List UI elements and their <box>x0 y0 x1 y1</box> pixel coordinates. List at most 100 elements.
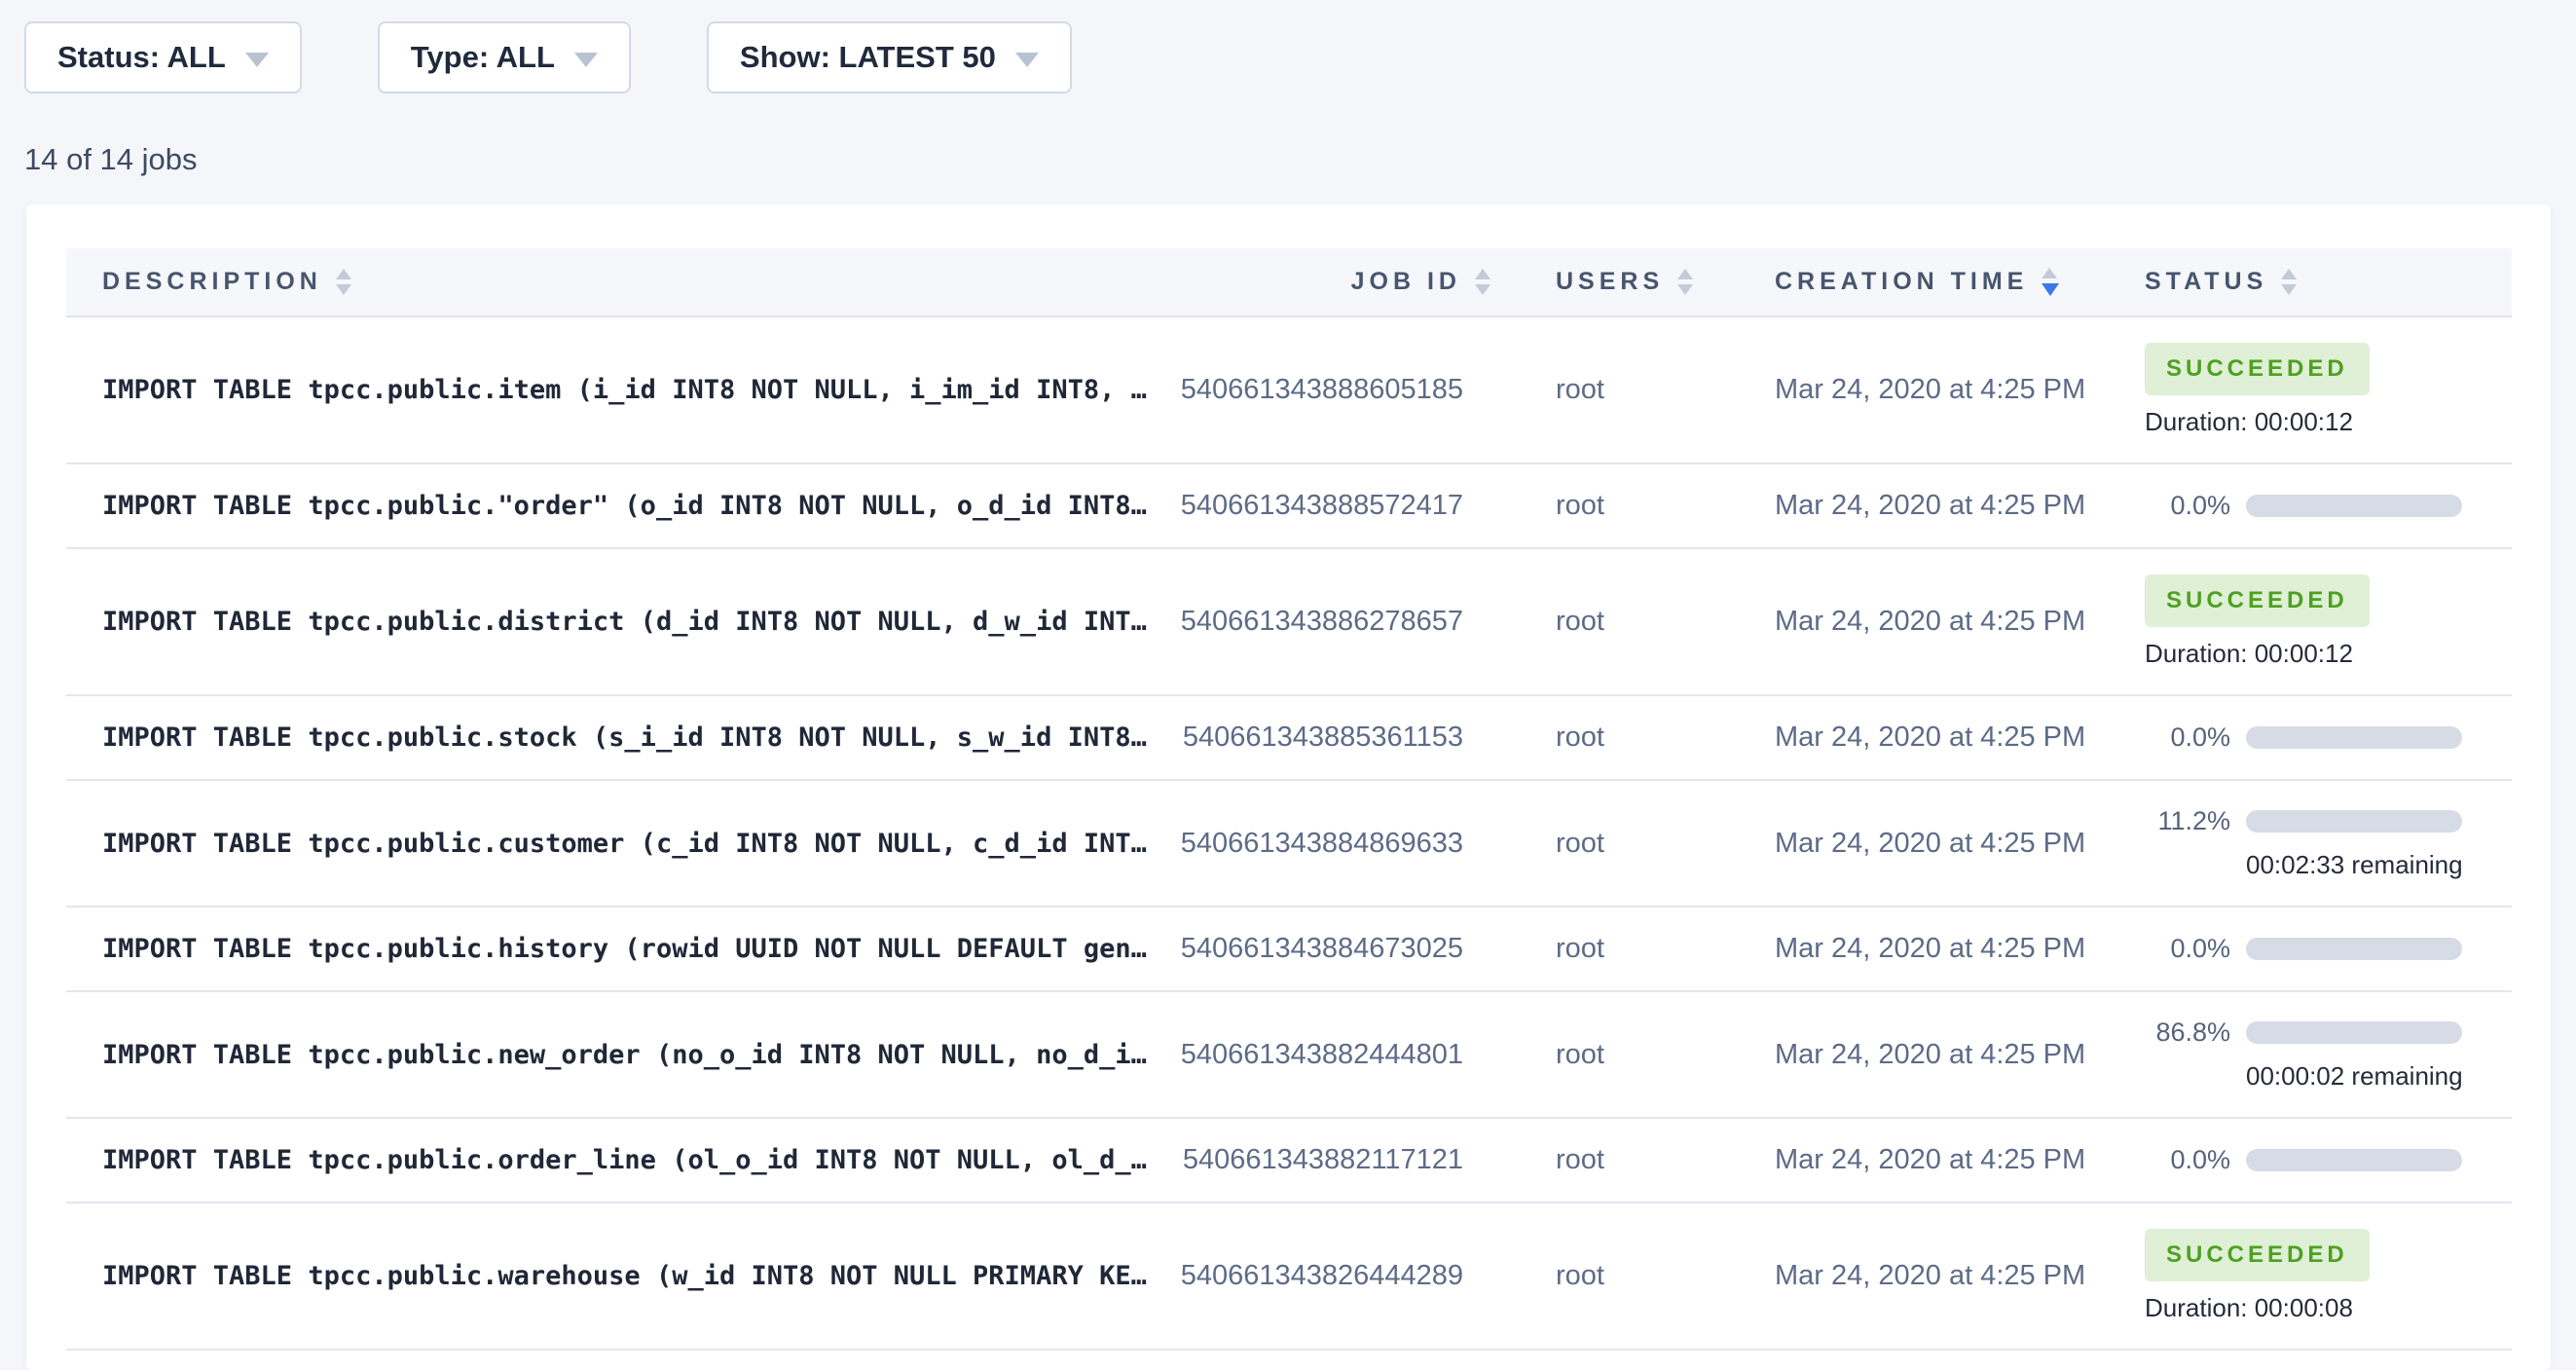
status-progress-block: 0.0% <box>2145 491 2512 521</box>
status-succeeded-block: SUCCEEDED Duration: 00:00:08 <box>2145 1229 2512 1323</box>
percent-text: 0.0% <box>2145 491 2230 521</box>
sort-desc-active-icon <box>2042 268 2059 296</box>
job-id-link[interactable]: 540661343888572417 <box>1171 463 1492 548</box>
status-progress-block: 11.2% 00:02:33 remaining <box>2145 806 2512 880</box>
filter-bar: Status: ALL Type: ALL Show: LATEST 50 <box>0 0 2576 93</box>
percent-text: 11.2% <box>2145 806 2230 836</box>
status-progress-block: 86.8% 00:00:02 remaining <box>2145 1018 2512 1092</box>
column-label: USERS <box>1556 268 1664 296</box>
sort-arrows-icon <box>1677 269 1693 295</box>
sort-arrows-icon <box>336 269 351 295</box>
users-cell: root <box>1492 548 1775 695</box>
chevron-down-icon <box>1015 53 1039 67</box>
job-id-link[interactable]: 540661343888605185 <box>1171 316 1492 463</box>
table-row: IMPORT TABLE tpcc.public.item (i_id INT8… <box>66 316 2512 463</box>
progress-bar <box>2246 1149 2462 1171</box>
status-badge: SUCCEEDED <box>2145 574 2370 627</box>
status-cell: 0.0% <box>2145 907 2512 991</box>
description-cell: IMPORT TABLE tpcc.public.order_line (ol_… <box>66 1118 1171 1203</box>
users-cell: root <box>1492 463 1775 548</box>
progress-bar <box>2246 1021 2462 1044</box>
status-cell: SUCCEEDED Duration: 00:00:08 <box>2145 1203 2512 1350</box>
job-id-link[interactable]: 540661343882444801 <box>1171 991 1492 1118</box>
status-badge: SUCCEEDED <box>2145 1229 2370 1281</box>
jobs-table-body: IMPORT TABLE tpcc.public.item (i_id INT8… <box>66 316 2512 1350</box>
description-cell: IMPORT TABLE tpcc.public."order" (o_id I… <box>66 463 1171 548</box>
description-cell: IMPORT TABLE tpcc.public.stock (s_i_id I… <box>66 695 1171 780</box>
progress-bar <box>2246 938 2462 960</box>
creation-time-cell: Mar 24, 2020 at 4:25 PM <box>1775 1118 2145 1203</box>
type-filter-dropdown[interactable]: Type: ALL <box>378 21 631 93</box>
progress-bar <box>2246 495 2462 517</box>
status-progress-block: 0.0% <box>2145 722 2512 753</box>
status-cell: SUCCEEDED Duration: 00:00:12 <box>2145 316 2512 463</box>
percent-text: 86.8% <box>2145 1018 2230 1048</box>
column-header-creation-time[interactable]: CREATION TIME <box>1775 248 2145 316</box>
sort-arrows-icon <box>2281 269 2297 295</box>
percent-text: 0.0% <box>2145 1145 2230 1175</box>
description-cell: IMPORT TABLE tpcc.public.customer (c_id … <box>66 780 1171 907</box>
column-label: JOB ID <box>1351 268 1461 296</box>
column-header-job-id[interactable]: JOB ID <box>1171 248 1492 316</box>
job-id-link[interactable]: 540661343884869633 <box>1171 780 1492 907</box>
job-id-link[interactable]: 540661343886278657 <box>1171 548 1492 695</box>
users-cell: root <box>1492 316 1775 463</box>
status-badge: SUCCEEDED <box>2145 343 2370 395</box>
status-cell: 0.0% <box>2145 463 2512 548</box>
remaining-text: 00:02:33 remaining <box>2246 850 2462 880</box>
status-cell: 0.0% <box>2145 1118 2512 1203</box>
status-progress-block: 0.0% <box>2145 1145 2512 1175</box>
table-row: IMPORT TABLE tpcc.public.new_order (no_o… <box>66 991 2512 1118</box>
creation-time-cell: Mar 24, 2020 at 4:25 PM <box>1775 695 2145 780</box>
description-cell: IMPORT TABLE tpcc.public.district (d_id … <box>66 548 1171 695</box>
duration-text: Duration: 00:00:12 <box>2145 407 2512 437</box>
jobs-table: DESCRIPTION JOB ID USERS <box>66 248 2512 1351</box>
status-succeeded-block: SUCCEEDED Duration: 00:00:12 <box>2145 343 2512 437</box>
table-row: IMPORT TABLE tpcc.public.warehouse (w_id… <box>66 1203 2512 1350</box>
users-cell: root <box>1492 780 1775 907</box>
duration-text: Duration: 00:00:08 <box>2145 1293 2512 1323</box>
table-row: IMPORT TABLE tpcc.public.stock (s_i_id I… <box>66 695 2512 780</box>
show-filter-label: Show: LATEST 50 <box>740 40 996 75</box>
table-row: IMPORT TABLE tpcc.public.district (d_id … <box>66 548 2512 695</box>
creation-time-cell: Mar 24, 2020 at 4:25 PM <box>1775 316 2145 463</box>
remaining-text: 00:00:02 remaining <box>2246 1061 2462 1092</box>
job-id-link[interactable]: 540661343882117121 <box>1171 1118 1492 1203</box>
description-cell: IMPORT TABLE tpcc.public.item (i_id INT8… <box>66 316 1171 463</box>
table-row: IMPORT TABLE tpcc.public.order_line (ol_… <box>66 1118 2512 1203</box>
users-cell: root <box>1492 1203 1775 1350</box>
duration-text: Duration: 00:00:12 <box>2145 639 2512 669</box>
job-id-link[interactable]: 540661343826444289 <box>1171 1203 1492 1350</box>
description-cell: IMPORT TABLE tpcc.public.new_order (no_o… <box>66 991 1171 1118</box>
show-filter-dropdown[interactable]: Show: LATEST 50 <box>707 21 1072 93</box>
column-header-users[interactable]: USERS <box>1492 248 1775 316</box>
jobs-table-header: DESCRIPTION JOB ID USERS <box>66 248 2512 316</box>
jobs-count: 14 of 14 jobs <box>24 142 2576 177</box>
users-cell: root <box>1492 991 1775 1118</box>
job-id-link[interactable]: 540661343884673025 <box>1171 907 1492 991</box>
status-filter-dropdown[interactable]: Status: ALL <box>24 21 302 93</box>
creation-time-cell: Mar 24, 2020 at 4:25 PM <box>1775 780 2145 907</box>
column-header-status[interactable]: STATUS <box>2145 248 2512 316</box>
job-id-link[interactable]: 540661343885361153 <box>1171 695 1492 780</box>
column-header-description[interactable]: DESCRIPTION <box>66 248 1171 316</box>
description-cell: IMPORT TABLE tpcc.public.warehouse (w_id… <box>66 1203 1171 1350</box>
users-cell: root <box>1492 1118 1775 1203</box>
creation-time-cell: Mar 24, 2020 at 4:25 PM <box>1775 907 2145 991</box>
status-succeeded-block: SUCCEEDED Duration: 00:00:12 <box>2145 574 2512 669</box>
progress-bar <box>2246 726 2462 749</box>
status-cell: 86.8% 00:00:02 remaining <box>2145 991 2512 1118</box>
jobs-table-card: DESCRIPTION JOB ID USERS <box>26 204 2551 1370</box>
creation-time-cell: Mar 24, 2020 at 4:25 PM <box>1775 548 2145 695</box>
table-row: IMPORT TABLE tpcc.public.customer (c_id … <box>66 780 2512 907</box>
description-cell: IMPORT TABLE tpcc.public.history (rowid … <box>66 907 1171 991</box>
chevron-down-icon <box>574 53 598 67</box>
status-cell: 0.0% <box>2145 695 2512 780</box>
creation-time-cell: Mar 24, 2020 at 4:25 PM <box>1775 1203 2145 1350</box>
sort-arrows-icon <box>1475 269 1490 295</box>
status-progress-block: 0.0% <box>2145 934 2512 964</box>
table-row: IMPORT TABLE tpcc.public.history (rowid … <box>66 907 2512 991</box>
status-cell: 11.2% 00:02:33 remaining <box>2145 780 2512 907</box>
percent-text: 0.0% <box>2145 722 2230 753</box>
status-filter-label: Status: ALL <box>57 40 226 75</box>
